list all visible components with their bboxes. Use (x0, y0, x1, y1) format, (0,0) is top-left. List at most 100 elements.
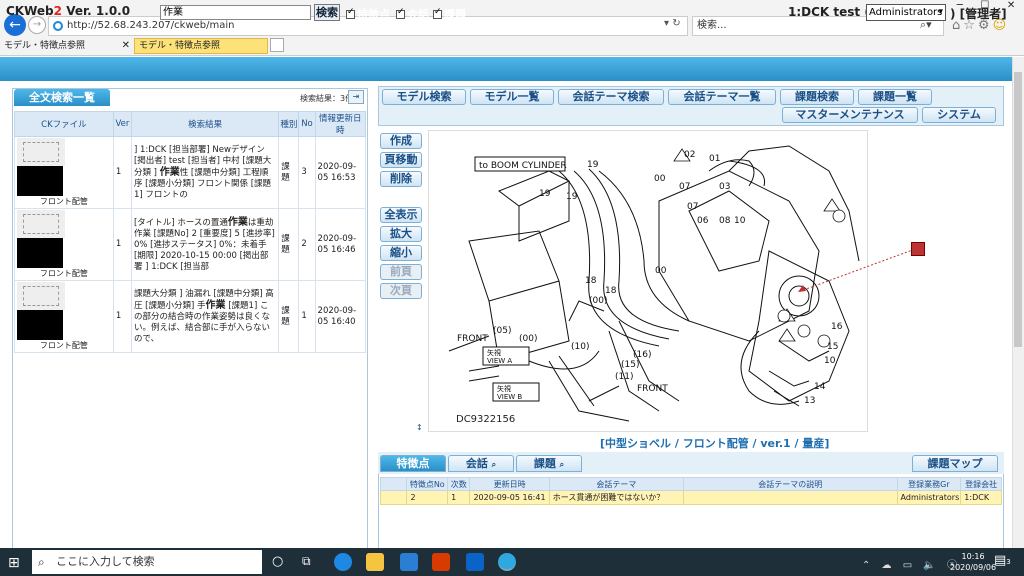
nav-system[interactable]: システム (922, 107, 996, 123)
col-kind: 種別 (278, 111, 300, 137)
table-row[interactable]: フロント配管 1 ] 1:DCK [担当部署] Newデザイン [掲出者] te… (14, 136, 367, 209)
new-tab-button[interactable] (270, 38, 284, 52)
zoom-out-button[interactable]: 縮小 (380, 245, 422, 261)
search-icon: ⌕ (559, 460, 565, 469)
col-result: 検索結果 (130, 111, 280, 137)
clock[interactable]: 10:16 2020/09/06 (950, 551, 996, 573)
tab-issue[interactable]: 課題 ⌕ (516, 455, 582, 472)
col-no: No (298, 111, 316, 137)
outlook-icon[interactable] (466, 553, 484, 571)
drawing-thumbnail[interactable] (17, 210, 65, 238)
browser-tab-1[interactable]: モデル・特徴点参照 ✕ (0, 38, 134, 54)
svg-text:18: 18 (585, 276, 597, 286)
issue-map-button[interactable]: 課題マップ (912, 455, 998, 472)
tab-conversation[interactable]: 会話 ⌕ (448, 455, 514, 472)
table-row[interactable]: フロント配管 1 [タイトル] ホースの置通作業は重劫作業 [課題No] 2 [… (14, 208, 367, 281)
table-row[interactable]: フロント配管 1 課題大分類 ] 油漏れ [課題中分類] 高圧 [課題小分類] … (14, 280, 367, 353)
scrollbar-thumb[interactable] (1014, 72, 1022, 347)
internet-explorer-icon[interactable] (498, 553, 516, 571)
search-icon: ⌕ (491, 460, 497, 469)
svg-text:19: 19 (566, 192, 578, 202)
nav-theme-list[interactable]: 会話テーマ一覧 (668, 89, 776, 105)
close-tab-icon[interactable]: ✕ (122, 38, 130, 54)
svg-text:(00): (00) (589, 296, 607, 306)
svg-text:FRONT: FRONT (637, 384, 668, 394)
close-icon[interactable]: ✕ (1007, 0, 1015, 14)
clock-time: 10:16 (961, 552, 985, 561)
redacted-block (17, 166, 63, 196)
svg-text:(00): (00) (519, 334, 537, 344)
tab-fulltext-results[interactable]: 全文検索一覧 (14, 89, 110, 106)
tab-label: モデル・特徴点参照 (139, 41, 221, 51)
create-button[interactable]: 作成 (380, 133, 422, 149)
checkbox-conversation[interactable]: 会話 (396, 6, 429, 22)
nav-theme-search[interactable]: 会話テーマ検索 (558, 89, 664, 105)
mail-icon[interactable] (400, 553, 418, 571)
svg-text:15: 15 (827, 342, 838, 352)
forward-button[interactable]: → (28, 16, 46, 34)
svg-text:19: 19 (539, 189, 551, 199)
svg-text:VIEW B: VIEW B (497, 393, 522, 401)
windows-start-icon[interactable]: ⊞ (8, 555, 20, 571)
col-ckfile: CKファイル (14, 111, 114, 137)
notification-count: 3 (1006, 558, 1011, 566)
nav-issue-search[interactable]: 課題検索 (780, 89, 854, 105)
svg-text:02: 02 (684, 150, 695, 160)
col-updated: 更新日時 (469, 477, 550, 491)
nav-model-list[interactable]: モデル一覧 (470, 89, 554, 105)
cortana-icon[interactable]: ○ (272, 554, 283, 569)
chevron-down-icon: ▾ (938, 7, 943, 17)
address-url: http://52.68.243.207/ckweb/main (67, 20, 235, 31)
nav-issue-list[interactable]: 課題一覧 (858, 89, 932, 105)
svg-text:01: 01 (709, 154, 720, 164)
col-date: 情報更新日時 (314, 111, 367, 137)
browser-tab-2[interactable]: モデル・特徴点参照 (134, 38, 268, 54)
nav-master-maintenance[interactable]: マスターメンテナンス (782, 107, 918, 123)
ie-icon (53, 21, 63, 31)
result-count: 検索結果：3件 (300, 94, 354, 103)
table-row[interactable]: 2 1 2020-09-05 16:41 ホース貫通が困難ではないか？ Admi… (379, 490, 1002, 505)
taskbar-search[interactable]: ⌕ ここに入力して検索 (32, 550, 262, 574)
fit-all-button[interactable]: 全表示 (380, 207, 422, 223)
keyword-input[interactable]: 作業 (160, 5, 311, 20)
checkbox-feature[interactable]: 特徴点 (346, 6, 390, 22)
office-icon[interactable] (432, 553, 450, 571)
col-company: 登録会社 (960, 477, 1002, 491)
file-explorer-icon[interactable] (366, 553, 384, 571)
col-group: 登録業務Gr (896, 477, 962, 491)
clock-date: 2020/09/06 (950, 563, 997, 572)
nav-model-search[interactable]: モデル検索 (382, 89, 466, 105)
col-feature-no: 特徴点No (406, 477, 449, 491)
redacted-block (17, 238, 63, 268)
prev-page-button[interactable]: 前頁 (380, 264, 422, 280)
feature-point-marker[interactable] (911, 242, 925, 256)
checkbox-issue[interactable]: 課題 (433, 6, 466, 22)
collapse-button[interactable]: ⇥ (348, 90, 364, 104)
tab-feature-points[interactable]: 特徴点 (380, 455, 446, 472)
system-tray-icons[interactable]: ⌃ ☁ ▭ 🔈 ⓧ (862, 556, 961, 571)
role-select[interactable]: Administrators ▾ (866, 4, 946, 21)
page-move-button[interactable]: 頁移動 (380, 152, 422, 168)
svg-text:矢視: 矢視 (487, 348, 501, 357)
svg-text:00: 00 (654, 174, 666, 184)
edge-icon[interactable] (334, 553, 352, 571)
notification-icon[interactable]: ▤3 (994, 553, 1012, 571)
drawing-thumbnail[interactable] (17, 138, 65, 166)
drawing-label: to BOOM CYLINDER (479, 161, 567, 171)
delete-button[interactable]: 削除 (380, 171, 422, 187)
next-page-button[interactable]: 次頁 (380, 283, 422, 299)
svg-text:(15): (15) (621, 360, 639, 370)
svg-text:FRONT: FRONT (457, 334, 488, 344)
svg-text:03: 03 (719, 182, 730, 192)
task-view-icon[interactable]: ⧉ (302, 554, 311, 569)
svg-text:00: 00 (655, 266, 667, 276)
resize-handle-icon[interactable]: ↕ (416, 423, 423, 432)
user-info: 1:DCK test ( (788, 5, 870, 19)
drawing-code: DC9322156 (456, 414, 516, 425)
svg-text:(10): (10) (571, 342, 589, 352)
zoom-in-button[interactable]: 拡大 (380, 226, 422, 242)
drawing-thumbnail[interactable] (17, 282, 65, 310)
svg-text:(16): (16) (633, 350, 651, 360)
search-button[interactable]: 検索 (314, 4, 340, 21)
refresh-icon[interactable]: ▾ ↻ (664, 18, 681, 29)
